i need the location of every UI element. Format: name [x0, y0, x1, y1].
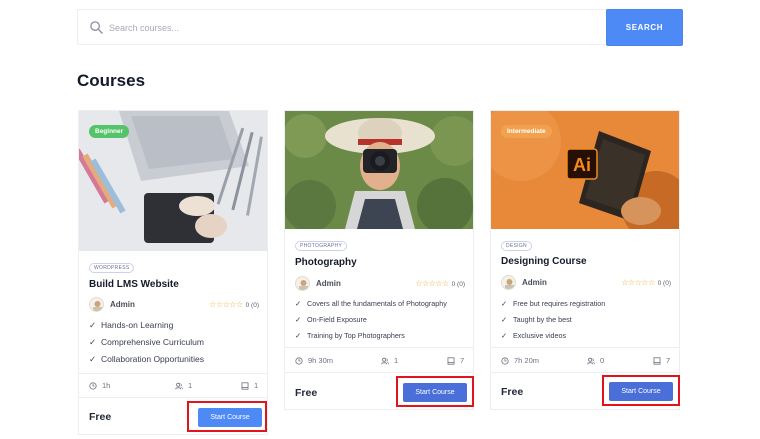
level-badge: Beginner — [89, 125, 130, 138]
course-thumbnail[interactable]: Beginner — [79, 111, 267, 251]
rating-stars: ☆☆☆☆☆ 0 (0) — [209, 300, 259, 309]
course-title[interactable]: Designing Course — [501, 256, 587, 267]
lessons-count: 1 — [241, 379, 261, 393]
divider — [285, 347, 473, 348]
feature-item: ✓ Free but requires registration — [501, 296, 673, 312]
author-name[interactable]: Admin — [110, 300, 135, 309]
author-row: Admin ☆☆☆☆☆ 0 (0) — [89, 297, 259, 313]
clock-icon — [89, 382, 97, 390]
divider — [79, 373, 267, 374]
divider — [79, 397, 267, 398]
check-icon: ✓ — [89, 354, 97, 364]
author-name[interactable]: Admin — [316, 279, 341, 288]
check-icon: ✓ — [501, 315, 508, 324]
course-price: Free — [295, 387, 318, 399]
check-icon: ✓ — [295, 315, 302, 324]
rating-count: 0 (0) — [245, 302, 259, 309]
check-icon: ✓ — [501, 299, 508, 308]
check-icon: ✓ — [295, 331, 302, 340]
feature-item: ✓ Exclusive videos — [501, 328, 673, 344]
search-icon — [90, 21, 103, 34]
feature-item: ✓ Comprehensive Curriculum — [89, 334, 261, 351]
avatar — [501, 275, 516, 290]
feature-item: ✓ Collaboration Opportunities — [89, 351, 261, 368]
feature-item: ✓ Taught by the best — [501, 312, 673, 328]
illustrator-logo: Ai — [573, 155, 591, 175]
highlight-box — [602, 375, 680, 406]
users-icon — [381, 357, 389, 365]
users-icon — [175, 382, 183, 390]
course-card[interactable]: Beginner WORDPRESS Build LMS Website Adm… — [78, 110, 268, 435]
author-row: Admin ☆☆☆☆☆ 0 (0) — [295, 276, 465, 292]
course-card[interactable]: Ai Intermediate DESIGN Designing Course … — [490, 110, 680, 410]
search-bar: SEARCH — [77, 9, 683, 46]
check-icon: ✓ — [295, 299, 302, 308]
avatar — [295, 276, 310, 291]
check-icon: ✓ — [501, 331, 508, 340]
feature-list: ✓ Covers all the fundamentals of Photogra… — [295, 296, 467, 344]
feature-item: ✓ On-Field Exposure — [295, 312, 467, 328]
divider — [285, 372, 473, 373]
course-price: Free — [501, 386, 524, 398]
lessons-count: 7 — [447, 354, 467, 368]
avatar — [89, 297, 104, 312]
page-title: Courses — [77, 71, 146, 90]
book-icon — [653, 357, 661, 365]
feature-list: ✓ Hands-on Learning ✓ Comprehensive Curric… — [89, 317, 261, 368]
highlight-box — [187, 401, 267, 432]
users-icon — [587, 357, 595, 365]
lessons-count: 7 — [653, 354, 673, 368]
divider — [491, 372, 679, 373]
rating-count: 0 (0) — [657, 280, 671, 287]
course-meta: 1h 1 1 — [89, 379, 261, 393]
course-thumbnail[interactable] — [285, 111, 473, 229]
course-title[interactable]: Build LMS Website — [89, 279, 179, 290]
rating-count: 0 (0) — [451, 281, 465, 288]
feature-item: ✓ Covers all the fundamentals of Photogra… — [295, 296, 467, 312]
clock-icon — [295, 357, 303, 365]
rating-stars: ☆☆☆☆☆ 0 (0) — [415, 279, 465, 288]
check-icon: ✓ — [89, 337, 97, 347]
course-meta: 7h 20m 0 7 — [501, 354, 673, 368]
book-icon — [241, 382, 249, 390]
author-row: Admin ☆☆☆☆☆ 0 (0) — [501, 275, 671, 291]
course-title[interactable]: Photography — [295, 257, 357, 268]
feature-item: ✓ Hands-on Learning — [89, 317, 261, 334]
check-icon: ✓ — [89, 320, 97, 330]
clock-icon — [501, 357, 509, 365]
highlight-box — [396, 376, 474, 407]
course-card[interactable]: PHOTOGRAPHY Photography Admin ☆☆☆☆☆ 0 (0)… — [284, 110, 474, 410]
category-tag[interactable]: PHOTOGRAPHY — [295, 241, 348, 251]
level-badge: Intermediate — [501, 125, 552, 138]
course-thumbnail[interactable]: Ai Intermediate — [491, 111, 679, 229]
photographer-image — [285, 111, 473, 229]
search-input[interactable] — [109, 17, 589, 39]
feature-item: ✓ Training by Top Photographers — [295, 328, 467, 344]
course-price: Free — [89, 411, 112, 423]
rating-stars: ☆☆☆☆☆ 0 (0) — [621, 278, 671, 287]
feature-list: ✓ Free but requires registration ✓ Taught … — [501, 296, 673, 344]
category-tag[interactable]: DESIGN — [501, 241, 532, 251]
book-icon — [447, 357, 455, 365]
search-button[interactable]: SEARCH — [606, 9, 683, 46]
category-tag[interactable]: WORDPRESS — [89, 263, 135, 273]
author-name[interactable]: Admin — [522, 278, 547, 287]
course-meta: 9h 30m 1 7 — [295, 354, 467, 368]
divider — [491, 347, 679, 348]
